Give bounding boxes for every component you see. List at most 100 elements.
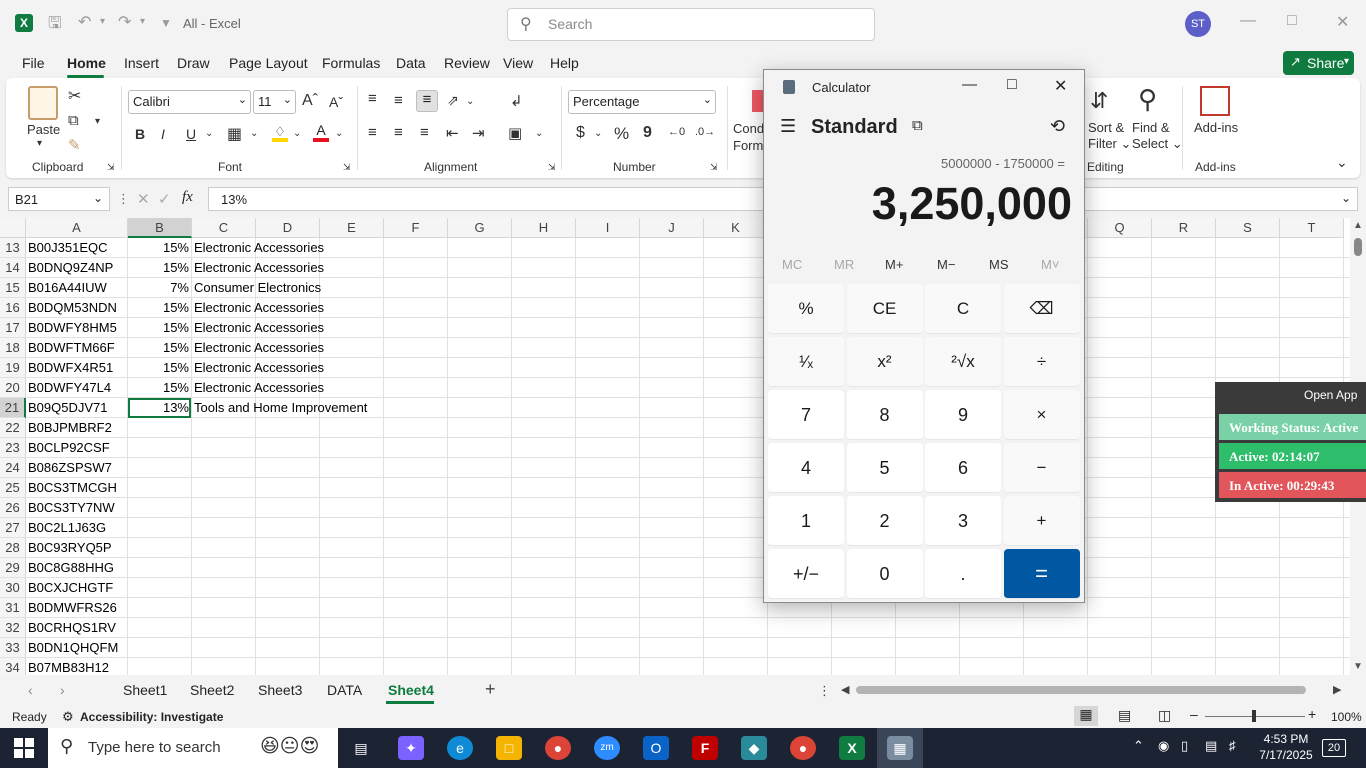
add-key[interactable]: + (1003, 496, 1080, 546)
cell-b[interactable] (128, 478, 191, 498)
divide-key[interactable]: ÷ (1003, 337, 1080, 387)
zoom-in-icon[interactable]: + (1308, 706, 1316, 722)
negate-key[interactable]: +/− (768, 549, 844, 599)
row-header[interactable]: 29 (0, 558, 26, 578)
row-header[interactable]: 28 (0, 538, 26, 558)
row-header[interactable]: 20 (0, 378, 26, 398)
cell-b[interactable] (128, 618, 191, 638)
insert-function-button[interactable]: fx (182, 189, 193, 206)
undo-dropdown-icon[interactable]: ▾ (100, 16, 105, 27)
task-view-icon[interactable]: ▤ (348, 736, 374, 760)
column-header-t[interactable]: T (1280, 218, 1344, 238)
memory-button[interactable]: M˅ (1041, 257, 1059, 272)
cell-c[interactable]: Electronic Accessories (194, 378, 324, 398)
menu-file[interactable]: File (22, 55, 45, 71)
memory-button[interactable]: MC (782, 257, 802, 272)
cell-c[interactable]: Consumer Electronics (194, 278, 321, 298)
row-header[interactable]: 18 (0, 338, 26, 358)
digit-1-key[interactable]: 1 (768, 496, 844, 546)
increase-font-icon[interactable]: Aˆ (302, 92, 318, 110)
copy-dropdown-icon[interactable]: ▾ (95, 116, 100, 127)
copilot-icon[interactable]: ✦ (398, 736, 424, 760)
cell-b[interactable] (128, 418, 191, 438)
cell-c[interactable]: Electronic Accessories (194, 318, 324, 338)
page-break-view-icon[interactable]: ◫ (1158, 707, 1171, 724)
cancel-icon[interactable]: ✕ (137, 190, 150, 208)
alignment-launcher-icon[interactable]: ⇲ (548, 162, 556, 173)
network-icon[interactable]: ▤ (1205, 738, 1217, 754)
enter-icon[interactable]: ✓ (158, 190, 171, 208)
cut-icon[interactable]: ✂ (68, 86, 81, 106)
cell-b[interactable] (128, 518, 191, 538)
tab-sheet4[interactable]: Sheet4 (388, 682, 434, 698)
bold-button[interactable]: B (135, 126, 145, 142)
cell-b[interactable] (128, 598, 191, 618)
row-header[interactable]: 30 (0, 578, 26, 598)
increase-decimal-icon[interactable]: ←0 (668, 126, 685, 138)
conditional-formatting-button[interactable]: Cond Forma (733, 120, 765, 154)
column-header-a[interactable]: A (26, 218, 128, 238)
cell-c[interactable]: Tools and Home Improvement (194, 398, 367, 418)
history-icon[interactable]: ⟲ (1050, 116, 1065, 137)
horizontal-scroll-thumb[interactable] (856, 686, 1306, 694)
equals-key[interactable]: = (1003, 549, 1080, 599)
minimize-icon[interactable]: — (1240, 12, 1256, 30)
sort-filter-button[interactable]: Sort & Filter ⌄ (1088, 120, 1131, 152)
search-box[interactable]: ⚲ Search (507, 8, 875, 41)
cell-a[interactable]: B09Q5DJV71 (28, 398, 108, 418)
align-right-icon[interactable]: ≡ (420, 124, 429, 141)
scroll-down-icon[interactable]: ▼ (1353, 661, 1363, 672)
taskbar-search[interactable]: ⚲ Type here to search 😆😐😍 (48, 728, 338, 768)
digit-6-key[interactable]: 6 (925, 443, 1001, 493)
align-left-icon[interactable]: ≡ (368, 124, 377, 141)
worksheet-grid[interactable]: ABCDEFGHIJKLMNOPQRST 13B00J351EQC15%Elec… (0, 218, 1350, 675)
tabs-options-icon[interactable]: ⋮ (818, 683, 831, 699)
sort-filter-icon[interactable]: ⇵ (1090, 88, 1108, 114)
row-header[interactable]: 24 (0, 458, 26, 478)
memory-button[interactable]: MR (834, 257, 854, 272)
cell-a[interactable]: B0C2L1J63G (28, 518, 106, 538)
number-launcher-icon[interactable]: ⇲ (710, 162, 718, 173)
row-header[interactable]: 15 (0, 278, 26, 298)
merge-dropdown-icon[interactable]: ⌄ (535, 128, 543, 139)
currency-dropdown-icon[interactable]: ⌄ (594, 128, 602, 139)
subtract-key[interactable]: − (1003, 443, 1080, 493)
square-root-key[interactable]: ²√x (925, 337, 1001, 387)
row-header[interactable]: 17 (0, 318, 26, 338)
square-key[interactable]: x² (846, 337, 923, 387)
filezilla-icon[interactable]: F (692, 736, 718, 760)
zoom-slider-thumb[interactable] (1252, 710, 1256, 722)
prev-sheet-icon[interactable]: ‹ (28, 682, 33, 698)
cell-b[interactable] (128, 658, 191, 675)
cell-b[interactable] (128, 458, 191, 478)
redo-dropdown-icon[interactable]: ▾ (140, 16, 145, 27)
row-header[interactable]: 13 (0, 238, 26, 258)
decrease-indent-icon[interactable]: ⇤ (446, 124, 459, 142)
cell-b[interactable]: 15% (128, 238, 191, 258)
menu-home[interactable]: Home (67, 55, 106, 71)
add-ins-button[interactable]: Add-ins (1194, 120, 1238, 135)
calc-minimize-icon[interactable]: — (962, 76, 977, 93)
percent-key[interactable]: % (768, 284, 844, 334)
cell-a[interactable]: B0C93RYQ5P (28, 538, 112, 558)
font-launcher-icon[interactable]: ⇲ (343, 162, 351, 173)
column-header-g[interactable]: G (448, 218, 512, 238)
menu-data[interactable]: Data (396, 55, 426, 71)
cell-b[interactable] (128, 578, 191, 598)
row-header[interactable]: 31 (0, 598, 26, 618)
row-header[interactable]: 33 (0, 638, 26, 658)
number-format-select[interactable]: Percentage ⌄ (568, 90, 716, 114)
scroll-left-icon[interactable]: ◀ (841, 683, 849, 696)
select-all-corner[interactable] (0, 218, 26, 238)
font-name-select[interactable]: Calibri ⌄ (128, 90, 251, 114)
undo-icon[interactable]: ↶ (78, 12, 91, 32)
column-header-i[interactable]: I (576, 218, 640, 238)
row-header[interactable]: 23 (0, 438, 26, 458)
underline-dropdown-icon[interactable]: ⌄ (205, 128, 213, 139)
cell-a[interactable]: B0DQM53NDN (28, 298, 117, 318)
merge-center-icon[interactable]: ▣ (508, 124, 522, 142)
column-header-f[interactable]: F (384, 218, 448, 238)
copy-icon[interactable]: ⧉ (68, 112, 79, 129)
align-center-icon[interactable]: ≡ (394, 124, 403, 141)
add-sheet-icon[interactable]: + (485, 679, 496, 700)
